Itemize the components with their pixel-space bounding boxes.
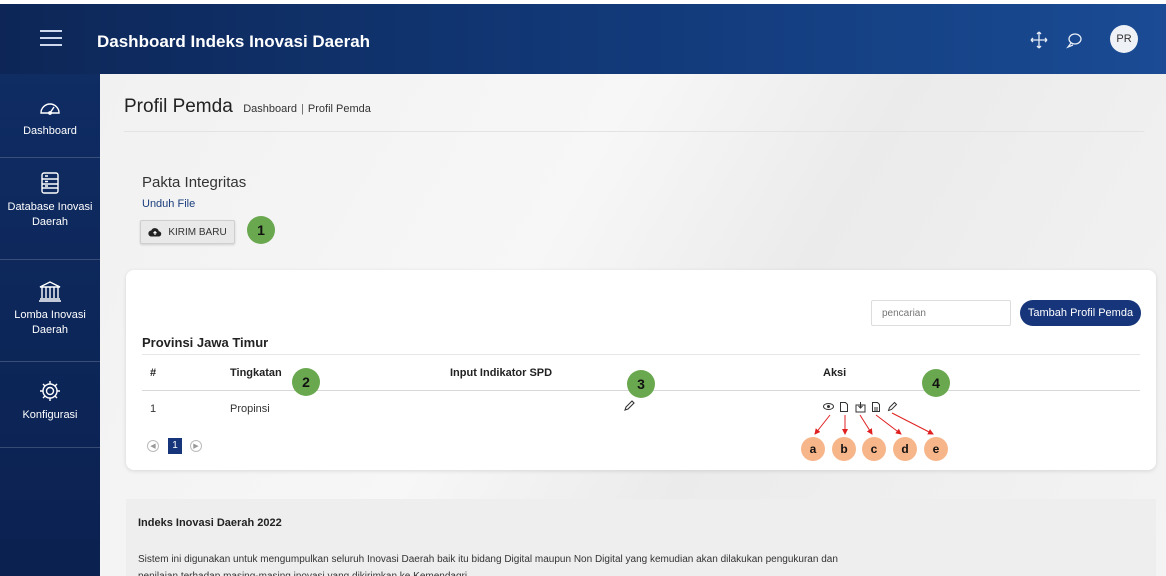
move-icon[interactable] bbox=[1030, 31, 1048, 53]
footer-text: Sistem ini digunakan untuk mengumpulkan … bbox=[138, 551, 898, 576]
breadcrumb-profil-pemda: Profil Pemda bbox=[307, 103, 371, 115]
pagination-next[interactable]: ▶ bbox=[190, 440, 202, 452]
column-header-tingkatan: Tingkatan bbox=[230, 367, 282, 379]
gear-icon bbox=[40, 381, 60, 401]
page-title: Profil Pemda bbox=[124, 96, 233, 117]
pakta-title: Pakta Integritas bbox=[142, 174, 247, 191]
cloud-upload-icon bbox=[148, 228, 162, 237]
sidebar-item-dashboard[interactable]: Dashboard bbox=[0, 74, 100, 158]
callout-4: 4 bbox=[922, 369, 950, 397]
footer-info: Indeks Inovasi Daerah 2022 Sistem ini di… bbox=[126, 499, 1156, 576]
sidebar-item-database[interactable]: Database Inovasi Daerah bbox=[0, 158, 100, 260]
row-number: 1 bbox=[150, 403, 157, 415]
footer-text-line: Sistem ini digunakan untuk mengumpulkan … bbox=[138, 554, 838, 565]
sidebar-item-label: Lomba Inovasi Daerah bbox=[14, 309, 86, 336]
callout-d: d bbox=[893, 437, 917, 461]
kirim-baru-label: KIRIM BARU bbox=[168, 226, 227, 238]
menu-icon[interactable] bbox=[40, 30, 62, 46]
pagination-prev[interactable]: ◀ bbox=[147, 440, 159, 452]
callout-e: e bbox=[924, 437, 948, 461]
document-icon[interactable] bbox=[839, 401, 849, 416]
edit-icon[interactable] bbox=[887, 401, 898, 415]
app-title: Dashboard Indeks Inovasi Daerah bbox=[97, 32, 371, 51]
page-header: Profil Pemda Dashboard | Profil Pemda bbox=[124, 96, 1144, 132]
sidebar: Dashboard Database Inovasi Daerah Lomba … bbox=[0, 74, 100, 576]
callout-1: 1 bbox=[247, 216, 275, 244]
search-input[interactable] bbox=[871, 300, 1011, 326]
callout-c: c bbox=[862, 437, 886, 461]
province-title: Provinsi Jawa Timur bbox=[142, 335, 269, 350]
kirim-baru-button[interactable]: KIRIM BARU bbox=[140, 220, 235, 244]
chat-icon[interactable] bbox=[1065, 31, 1083, 53]
speedometer-icon bbox=[40, 103, 60, 115]
database-icon bbox=[41, 172, 59, 194]
divider bbox=[142, 354, 1140, 355]
footer-text-line: penilaian terhadap masing-masing inovasi… bbox=[138, 568, 898, 576]
download-file-link[interactable]: Unduh File bbox=[142, 198, 195, 210]
column-header-input-indikator: Input Indikator SPD bbox=[450, 367, 553, 379]
column-header-aksi: Aksi bbox=[823, 367, 847, 379]
avatar[interactable]: PR bbox=[1110, 25, 1138, 53]
callout-3: 3 bbox=[627, 370, 655, 398]
museum-icon bbox=[39, 281, 61, 302]
sidebar-item-label: Konfigurasi bbox=[22, 409, 78, 421]
sidebar-item-label: Dashboard bbox=[23, 125, 77, 137]
tambah-profil-button[interactable]: Tambah Profil Pemda bbox=[1020, 300, 1141, 326]
breadcrumb-dashboard[interactable]: Dashboard bbox=[243, 103, 297, 115]
pagination-page-1[interactable]: 1 bbox=[168, 438, 182, 454]
eye-icon[interactable] bbox=[823, 401, 834, 415]
callout-b: b bbox=[832, 437, 856, 461]
main-content: Profil Pemda Dashboard | Profil Pemda Pakt… bbox=[100, 74, 1166, 576]
download-icon[interactable] bbox=[855, 401, 866, 416]
breadcrumb-separator: | bbox=[301, 103, 304, 115]
column-header-number: # bbox=[150, 367, 157, 379]
sidebar-item-konfigurasi[interactable]: Konfigurasi bbox=[0, 362, 100, 448]
input-indikator-edit-icon[interactable] bbox=[623, 400, 635, 415]
top-bar: Dashboard Indeks Inovasi Daerah PR bbox=[0, 0, 1166, 74]
footer-title: Indeks Inovasi Daerah 2022 bbox=[138, 517, 282, 529]
sidebar-item-lomba[interactable]: Lomba Inovasi Daerah bbox=[0, 260, 100, 362]
file-icon[interactable] bbox=[871, 401, 881, 416]
callout-2: 2 bbox=[292, 368, 320, 396]
callout-a: a bbox=[801, 437, 825, 461]
row-tingkatan: Propinsi bbox=[230, 403, 270, 415]
sidebar-item-label: Database Inovasi Daerah bbox=[7, 201, 93, 228]
